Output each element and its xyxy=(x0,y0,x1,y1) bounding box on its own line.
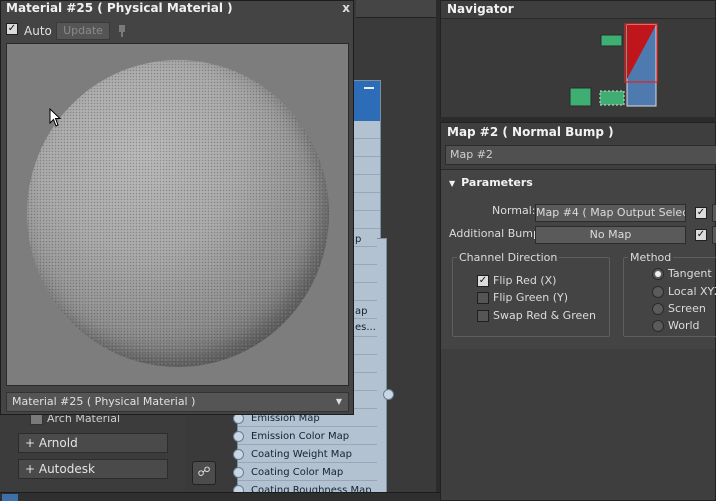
preview-sphere xyxy=(27,60,329,367)
output-socket[interactable] xyxy=(383,389,394,400)
auto-checkbox[interactable]: ✓ xyxy=(6,23,18,35)
material-selector-value: Material #25 ( Physical Material ) xyxy=(12,395,196,408)
material-preview-window[interactable]: Material #25 ( Physical Material ) x ✓ A… xyxy=(0,0,354,415)
normal-map-button[interactable]: Map #4 ( Map Output Selector xyxy=(535,204,686,222)
navigator-minimap xyxy=(569,23,658,107)
material-preview-viewport[interactable] xyxy=(6,43,349,386)
navigator-canvas[interactable] xyxy=(441,18,715,117)
pin-icon[interactable] xyxy=(116,24,128,38)
input-socket[interactable] xyxy=(233,431,244,442)
auto-label: Auto xyxy=(24,24,52,38)
node-side-panel xyxy=(377,238,387,501)
preview-toolbar: ✓ Auto Update xyxy=(6,22,125,40)
browser-group-arnold[interactable]: + Arnold xyxy=(18,433,168,453)
screen-label: Screen xyxy=(668,302,706,315)
additional-bump-button[interactable]: No Map xyxy=(535,226,686,244)
world-label: World xyxy=(668,319,700,332)
additional-bump-spinner[interactable] xyxy=(712,226,716,244)
normal-label: Normal: xyxy=(492,204,536,217)
method-option-tangent[interactable]: Tangent xyxy=(652,267,712,280)
normal-spinner[interactable] xyxy=(712,204,716,222)
update-button[interactable]: Update xyxy=(56,22,110,40)
window-title[interactable]: Material #25 ( Physical Material ) xyxy=(1,1,353,16)
swap-label: Swap Red & Green xyxy=(493,309,596,322)
tangent-radio[interactable] xyxy=(652,268,664,280)
input-socket[interactable] xyxy=(233,467,244,478)
channel-direction-title: Channel Direction xyxy=(457,251,560,264)
flip-green-label: Flip Green (Y) xyxy=(493,291,569,304)
swap-option[interactable]: Swap Red & Green xyxy=(477,309,596,322)
binoculars-icon[interactable]: ☍ xyxy=(192,461,216,485)
browser-group-autodesk[interactable]: + Autodesk xyxy=(18,459,168,479)
rollout-title: Parameters xyxy=(461,176,533,189)
sphere-texture xyxy=(27,60,329,367)
map-name-field[interactable]: Map #2 xyxy=(445,145,716,165)
screen-radio[interactable] xyxy=(652,303,664,315)
collapse-triangle-icon: ▼ xyxy=(449,179,456,188)
local-xyz-label: Local XYZ xyxy=(668,285,716,298)
flip-green-option[interactable]: Flip Green (Y) xyxy=(477,291,568,304)
method-title: Method xyxy=(628,251,674,264)
tangent-label: Tangent xyxy=(668,267,712,280)
world-radio[interactable] xyxy=(652,320,664,332)
material-selector-dropdown[interactable]: Material #25 ( Physical Material ) ▼ xyxy=(6,392,349,412)
editor-tab-strip xyxy=(356,0,436,18)
local-xyz-radio[interactable] xyxy=(652,286,664,298)
method-option-local-xyz[interactable]: Local XYZ xyxy=(652,285,716,298)
flip-red-checkbox[interactable]: ✓ xyxy=(477,275,489,287)
close-icon[interactable]: x xyxy=(342,1,350,15)
slot-label-partial: es... xyxy=(355,322,376,333)
slot-label-partial: p xyxy=(355,234,362,245)
navigator-title: Navigator xyxy=(447,2,514,16)
parameters-rollout: ▼ Parameters Normal: Map #4 ( Map Output … xyxy=(441,169,716,349)
swap-checkbox[interactable] xyxy=(477,310,489,322)
input-socket[interactable] xyxy=(233,449,244,460)
navigator-panel: Navigator xyxy=(440,0,716,117)
slot-emission-color-map[interactable]: Emission Color Map xyxy=(251,431,349,442)
flip-green-checkbox[interactable] xyxy=(477,292,489,304)
minimize-icon[interactable] xyxy=(364,87,374,89)
dropdown-arrow-icon: ▼ xyxy=(335,397,342,406)
parameter-editor-panel: Map #2 ( Normal Bump ) Map #2 ▼ Parameter… xyxy=(440,122,716,501)
flip-red-option[interactable]: ✓ Flip Red (X) xyxy=(477,274,556,287)
status-indicator xyxy=(2,494,18,501)
mouse-cursor-icon xyxy=(49,108,62,127)
slot-label-partial: ap xyxy=(355,306,368,317)
slot-coating-weight-map[interactable]: Coating Weight Map xyxy=(251,449,352,460)
flip-red-label: Flip Red (X) xyxy=(493,274,557,287)
method-option-screen[interactable]: Screen xyxy=(652,302,706,315)
method-option-world[interactable]: World xyxy=(652,319,700,332)
additional-bump-checkbox[interactable]: ✓ xyxy=(695,229,707,241)
rollout-header[interactable]: ▼ Parameters xyxy=(449,176,533,189)
slot-coating-color-map[interactable]: Coating Color Map xyxy=(251,467,343,478)
normal-enable-checkbox[interactable]: ✓ xyxy=(695,207,707,219)
additional-bump-label: Additional Bump: xyxy=(449,227,544,240)
material-swatch-icon xyxy=(30,413,43,425)
map-title: Map #2 ( Normal Bump ) xyxy=(447,125,614,139)
